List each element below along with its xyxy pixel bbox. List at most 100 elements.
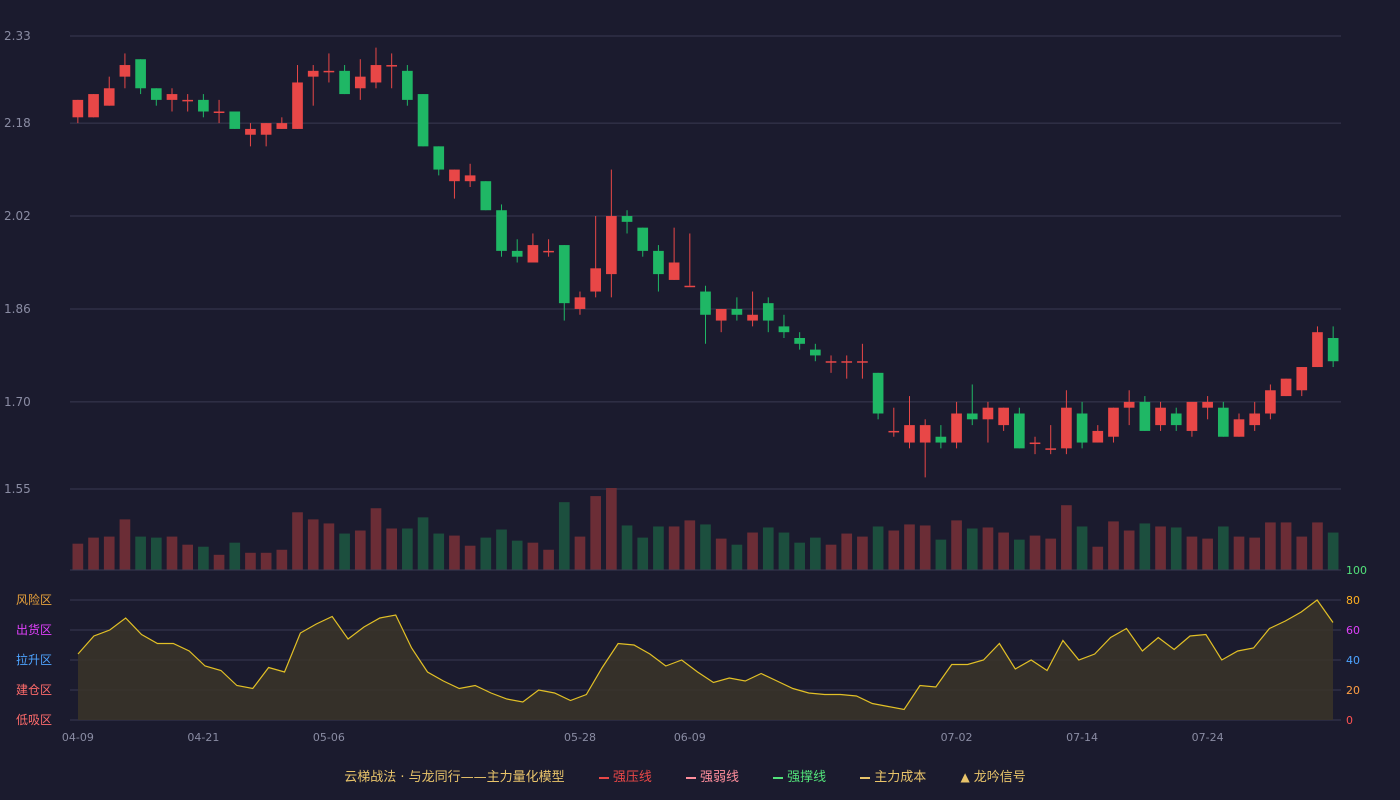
- candle-body: [150, 88, 162, 100]
- volume-bar: [982, 527, 994, 570]
- candle-body: [511, 250, 523, 257]
- volume-bar: [1029, 535, 1041, 570]
- volume-bar: [731, 544, 743, 570]
- legend-item-strength-line[interactable]: 强弱线: [685, 770, 739, 785]
- candle-body: [731, 308, 743, 315]
- candle-body: [1139, 401, 1151, 431]
- legend-item-main-cost[interactable]: 主力成本: [860, 770, 926, 785]
- legend-label: 龙吟信号: [973, 770, 1026, 785]
- legend-item-strong-support[interactable]: 强撑线: [773, 770, 826, 785]
- volume-bar: [841, 533, 853, 570]
- candle-body: [935, 436, 947, 443]
- volume-bar: [1202, 538, 1213, 570]
- volume-bar: [370, 508, 382, 570]
- legend-item-strong-resistance[interactable]: 强压线: [598, 770, 652, 785]
- x-tick-label: 04-09: [62, 731, 94, 744]
- volume-bar: [637, 537, 649, 570]
- volume-bar: [527, 542, 539, 570]
- indicator-zone-label: 低吸区: [16, 713, 52, 727]
- volume-bar: [402, 528, 413, 570]
- volume-bar: [135, 536, 146, 570]
- indicator-zone-label: 出货区: [16, 622, 52, 637]
- candle-body: [1123, 401, 1135, 408]
- candle-body: [496, 210, 507, 251]
- candle-body: [590, 268, 601, 292]
- candle-body: [213, 111, 225, 113]
- volume-bar: [1013, 539, 1025, 570]
- candle-body: [700, 291, 711, 315]
- indicator-tick-label: 60: [1346, 624, 1360, 637]
- candle-body: [354, 76, 366, 89]
- legend-label: 强撑线: [787, 770, 827, 785]
- candle-body: [245, 128, 256, 135]
- triangle-icon: ▲: [960, 770, 970, 784]
- candle-body: [606, 216, 617, 275]
- legend-item-dragon-signal[interactable]: ▲ 龙吟信号: [960, 770, 1025, 785]
- volume-bar: [1170, 527, 1182, 570]
- candle-body: [1296, 367, 1308, 391]
- candle-body: [1186, 401, 1198, 431]
- legend-label: 主力成本: [874, 770, 927, 785]
- candle-body: [1202, 401, 1213, 408]
- candle-body: [872, 372, 884, 414]
- volume-bar: [998, 532, 1009, 570]
- x-tick-label: 05-06: [313, 731, 345, 744]
- volume-bar: [810, 537, 821, 570]
- candle-body: [668, 262, 680, 280]
- indicator-tick-label: 40: [1346, 654, 1360, 667]
- candle-body: [417, 94, 429, 147]
- price-tick-label: 1.55: [4, 482, 31, 496]
- candle-body: [449, 169, 460, 182]
- volume-bar: [276, 549, 288, 570]
- candle-body: [558, 245, 570, 304]
- volume-bar: [1312, 522, 1323, 570]
- candle-body: [1029, 442, 1041, 445]
- volume-bar: [543, 549, 554, 570]
- candle-body: [292, 82, 303, 129]
- candle-body: [1076, 413, 1088, 443]
- indicator-tick-label: 20: [1346, 684, 1360, 697]
- candle-body: [1061, 407, 1072, 449]
- volume-bar: [700, 524, 711, 570]
- volume-bar: [1233, 536, 1245, 570]
- candlestick-chart: 2.33 2.18 2.02 1.86 1.70 1.55 100 80 60 40 20 0 风险区出…: [4, 29, 1367, 744]
- volume-bar: [1139, 523, 1151, 570]
- chart-legend: 云梯战法 · 与龙同行——主力量化模型 强压线 强弱线 强撑线 主力成本 ▲ 龙吟…: [0, 766, 1400, 785]
- candle-body: [229, 111, 241, 129]
- candle-body: [1233, 419, 1245, 437]
- volume-bar: [182, 544, 194, 570]
- candle-body: [982, 407, 994, 420]
- volume-bar: [119, 519, 131, 570]
- candle-body: [480, 181, 492, 211]
- volume-bar: [307, 519, 319, 570]
- candle-body: [998, 407, 1009, 426]
- volume-bar: [1186, 536, 1198, 570]
- volume-bar: [1296, 536, 1308, 570]
- candle-body: [747, 314, 758, 321]
- volume-bar: [778, 532, 790, 570]
- volume-bar: [747, 532, 758, 570]
- x-tick-label: 06-09: [674, 731, 706, 744]
- candle-body: [904, 425, 915, 443]
- volume-bar: [198, 546, 209, 570]
- candle-body: [527, 245, 539, 263]
- candle-body: [119, 65, 131, 77]
- candle-body: [1092, 430, 1104, 443]
- volume-bar: [88, 537, 99, 570]
- volume-bar: [339, 533, 350, 570]
- x-tick-label: 07-02: [941, 731, 973, 744]
- candle-body: [621, 216, 633, 222]
- candle-body: [543, 250, 554, 253]
- candle-body: [653, 250, 664, 275]
- indicator-tick-label: 100: [1346, 564, 1367, 577]
- volume-bar: [449, 535, 460, 570]
- volume-bar: [888, 530, 900, 570]
- volume-bar: [464, 545, 476, 570]
- legend-marker: [598, 776, 609, 779]
- candle-body: [135, 59, 146, 89]
- volume-bar: [1061, 505, 1072, 570]
- indicator-tick-label: 0: [1346, 714, 1353, 727]
- indicator-zone-label: 拉升区: [16, 652, 52, 667]
- candle-body: [103, 88, 115, 106]
- candle-body: [370, 65, 382, 83]
